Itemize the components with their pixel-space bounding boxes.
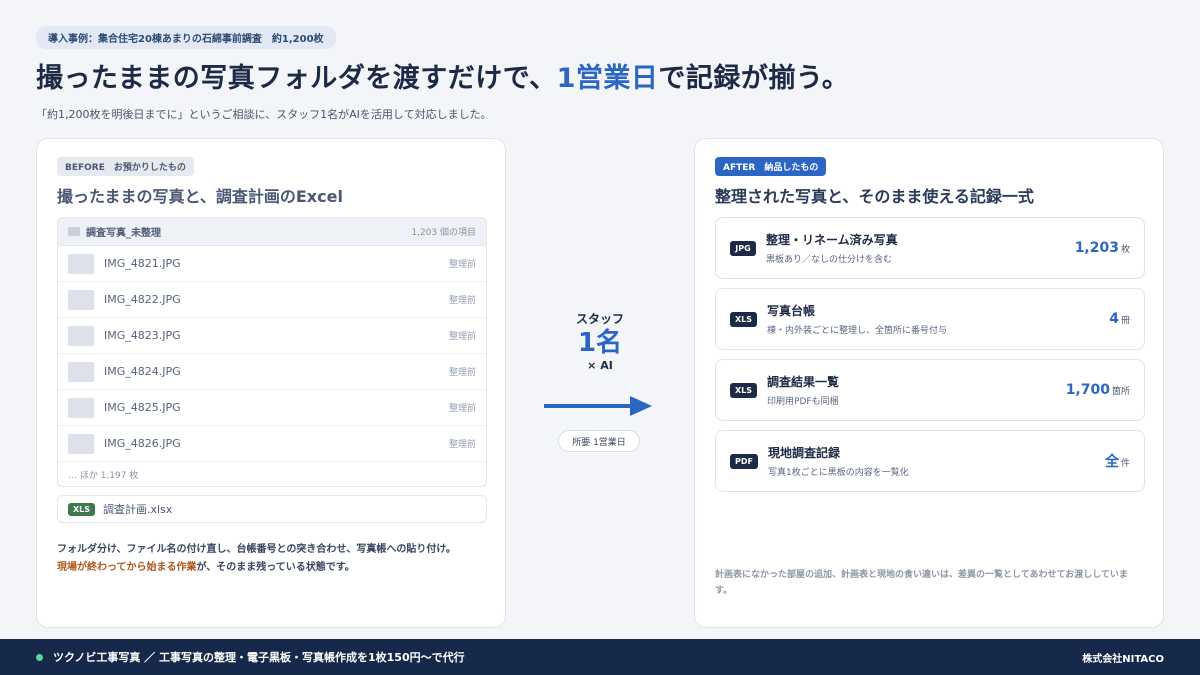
- right-arrow-icon: [544, 396, 652, 416]
- deliverable-item[interactable]: JPG 整理・リネーム済み写真 黒板あり／なしの仕分けを含む 1,203 枚: [715, 217, 1145, 279]
- duration-badge: 所要 1営業日: [558, 430, 640, 452]
- pdf-badge-icon: PDF: [730, 453, 758, 469]
- lead-text: 「約1,200枚を明後日までに」というご相談に、スタッフ1名がAIを活用して対応…: [36, 108, 492, 121]
- title-suffix: で記録が揃う。: [658, 63, 850, 94]
- deliverable-name: 整理・リネーム済み写真: [766, 233, 898, 247]
- file-name: IMG_4824.JPG: [104, 365, 181, 378]
- deliverable-unit: 枚: [1120, 245, 1130, 255]
- file-row[interactable]: IMG_4821.JPG 整理前: [58, 246, 486, 282]
- image-thumbnail-icon: [68, 325, 94, 346]
- deliverable-value: 4: [1109, 311, 1119, 327]
- title-prefix: 撮ったままの写真フォルダを渡すだけで、: [36, 63, 557, 94]
- folder-icon: [68, 227, 80, 236]
- file-status: 整理前: [448, 368, 476, 378]
- deliverable-unit: 件: [1120, 459, 1130, 469]
- deliverable-desc: 黒板あり／なしの仕分けを含む: [766, 255, 893, 265]
- file-row[interactable]: IMG_4822.JPG 整理前: [58, 282, 486, 318]
- ai-label: × AI: [587, 359, 613, 372]
- file-name: IMG_4821.JPG: [104, 257, 181, 270]
- folder-count: 1,203 個の項目: [411, 228, 476, 238]
- deliverable-item[interactable]: PDF 現地調査記録 写真1枚ごとに黒板の内容を一覧化 全 件: [715, 430, 1145, 492]
- file-name: IMG_4825.JPG: [104, 401, 181, 414]
- file-name: IMG_4822.JPG: [104, 293, 181, 306]
- image-thumbnail-icon: [68, 289, 94, 310]
- deliverable-unit: 冊: [1120, 316, 1130, 326]
- deliverable-unit: 箇所: [1111, 387, 1130, 397]
- excel-file-row[interactable]: XLS 調査計画.xlsx: [57, 495, 487, 523]
- deliverable-item[interactable]: XLS 写真台帳 棟・内外装ごとに整理し、全箇所に番号付与 4 冊: [715, 288, 1145, 350]
- folder-listing: 調査写真_未整理 1,203 個の項目 IMG_4821.JPG 整理前 IMG…: [57, 217, 487, 487]
- deliverable-value: 1,700: [1065, 382, 1110, 398]
- deliverable-name: 調査結果一覧: [767, 375, 840, 389]
- file-status: 整理前: [448, 440, 476, 450]
- title-highlight: 1営業日: [556, 63, 659, 94]
- file-name: IMG_4823.JPG: [104, 329, 181, 342]
- before-note-warning: 現場が終わってから始まる作業: [57, 562, 197, 573]
- file-name: IMG_4826.JPG: [104, 437, 181, 450]
- company-name: 株式会社NITACO: [1082, 653, 1164, 665]
- case-tag: 導入事例：集合住宅20棟あまりの石綿事前調査 約1,200枚: [36, 26, 336, 49]
- excel-file-name: 調査計画.xlsx: [103, 503, 173, 516]
- before-card: BEFORE お預かりしたもの 撮ったままの写真と、調査計画のExcel 調査写…: [36, 138, 506, 628]
- image-thumbnail-icon: [68, 253, 94, 274]
- deliverable-name: 現地調査記録: [767, 446, 840, 460]
- staff-summary: スタッフ 1名 × AI: [506, 310, 694, 372]
- after-title: 整理された写真と、そのまま使える記録一式: [715, 187, 1034, 206]
- file-row[interactable]: IMG_4825.JPG 整理前: [58, 390, 486, 426]
- image-thumbnail-icon: [68, 397, 94, 418]
- after-note: 計画表になかった部屋の追加、計画表と現地の食い違いは、差異の一覧としてあわせてお…: [715, 570, 1128, 596]
- image-thumbnail-icon: [68, 361, 94, 382]
- staff-count: 1名: [577, 328, 623, 358]
- image-thumbnail-icon: [68, 433, 94, 454]
- deliverable-name: 写真台帳: [767, 304, 816, 318]
- file-status: 整理前: [448, 296, 476, 306]
- before-title: 撮ったままの写真と、調査計画のExcel: [57, 187, 343, 206]
- folder-header[interactable]: 調査写真_未整理 1,203 個の項目: [58, 218, 486, 246]
- before-note-rest: が、そのまま残っている状態です。: [196, 562, 355, 573]
- service-description: ツクノビ工事写真 ／ 工事写真の整理・電子黒板・写真帳作成を1枚150円〜で代行: [53, 651, 465, 664]
- before-note-line1: フォルダ分け、ファイル名の付け直し、台帳番号との突き合わせ、写真帳への貼り付け。: [57, 544, 456, 555]
- status-dot-icon: [36, 653, 43, 661]
- after-tag: AFTER 納品したもの: [715, 157, 827, 176]
- before-note: フォルダ分け、ファイル名の付け直し、台帳番号との突き合わせ、写真帳への貼り付け。…: [57, 541, 497, 577]
- page-title: 撮ったままの写真フォルダを渡すだけで、1営業日で記録が揃う。: [36, 56, 849, 95]
- more-files-text: … ほか 1,197 枚: [68, 470, 139, 481]
- jpg-badge-icon: JPG: [730, 240, 756, 256]
- file-row[interactable]: IMG_4824.JPG 整理前: [58, 354, 486, 390]
- file-status: 整理前: [448, 260, 476, 270]
- deliverable-desc: 棟・内外装ごとに整理し、全箇所に番号付与: [767, 326, 948, 336]
- xls-badge-icon: XLS: [730, 311, 758, 327]
- footer-bar: ツクノビ工事写真 ／ 工事写真の整理・電子黒板・写真帳作成を1枚150円〜で代行…: [0, 639, 1200, 675]
- deliverable-value: 1,203: [1074, 240, 1119, 256]
- file-status: 整理前: [448, 332, 476, 342]
- deliverable-item[interactable]: XLS 調査結果一覧 印刷用PDFも同梱 1,700 箇所: [715, 359, 1145, 421]
- xls-badge-icon: XLS: [730, 382, 758, 398]
- folder-name: 調査写真_未整理: [86, 228, 161, 239]
- file-row[interactable]: IMG_4823.JPG 整理前: [58, 318, 486, 354]
- file-status: 整理前: [448, 404, 476, 414]
- staff-label: スタッフ: [575, 312, 624, 326]
- deliverable-value: 全: [1104, 454, 1119, 470]
- file-row[interactable]: IMG_4826.JPG 整理前: [58, 426, 486, 462]
- after-card: AFTER 納品したもの 整理された写真と、そのまま使える記録一式 JPG 整理…: [694, 138, 1164, 628]
- xls-badge-icon: XLS: [68, 502, 96, 516]
- deliverable-desc: 印刷用PDFも同梱: [767, 397, 839, 407]
- deliverable-desc: 写真1枚ごとに黒板の内容を一覧化: [767, 468, 909, 478]
- before-tag: BEFORE お預かりしたもの: [57, 157, 194, 176]
